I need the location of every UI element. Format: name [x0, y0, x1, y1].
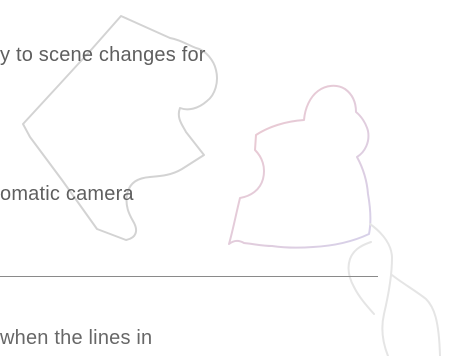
paragraph-line-1: y to scene changes for: [0, 44, 206, 66]
hand-outline-icon: [347, 223, 441, 356]
article-page: y to scene changes for omatic camera whe…: [0, 0, 453, 356]
paragraph-line-3: when the lines in: [0, 327, 153, 349]
section-divider: [0, 276, 378, 277]
pink-puzzle-piece-icon: [228, 84, 372, 249]
paragraph-line-2: omatic camera: [0, 183, 134, 205]
